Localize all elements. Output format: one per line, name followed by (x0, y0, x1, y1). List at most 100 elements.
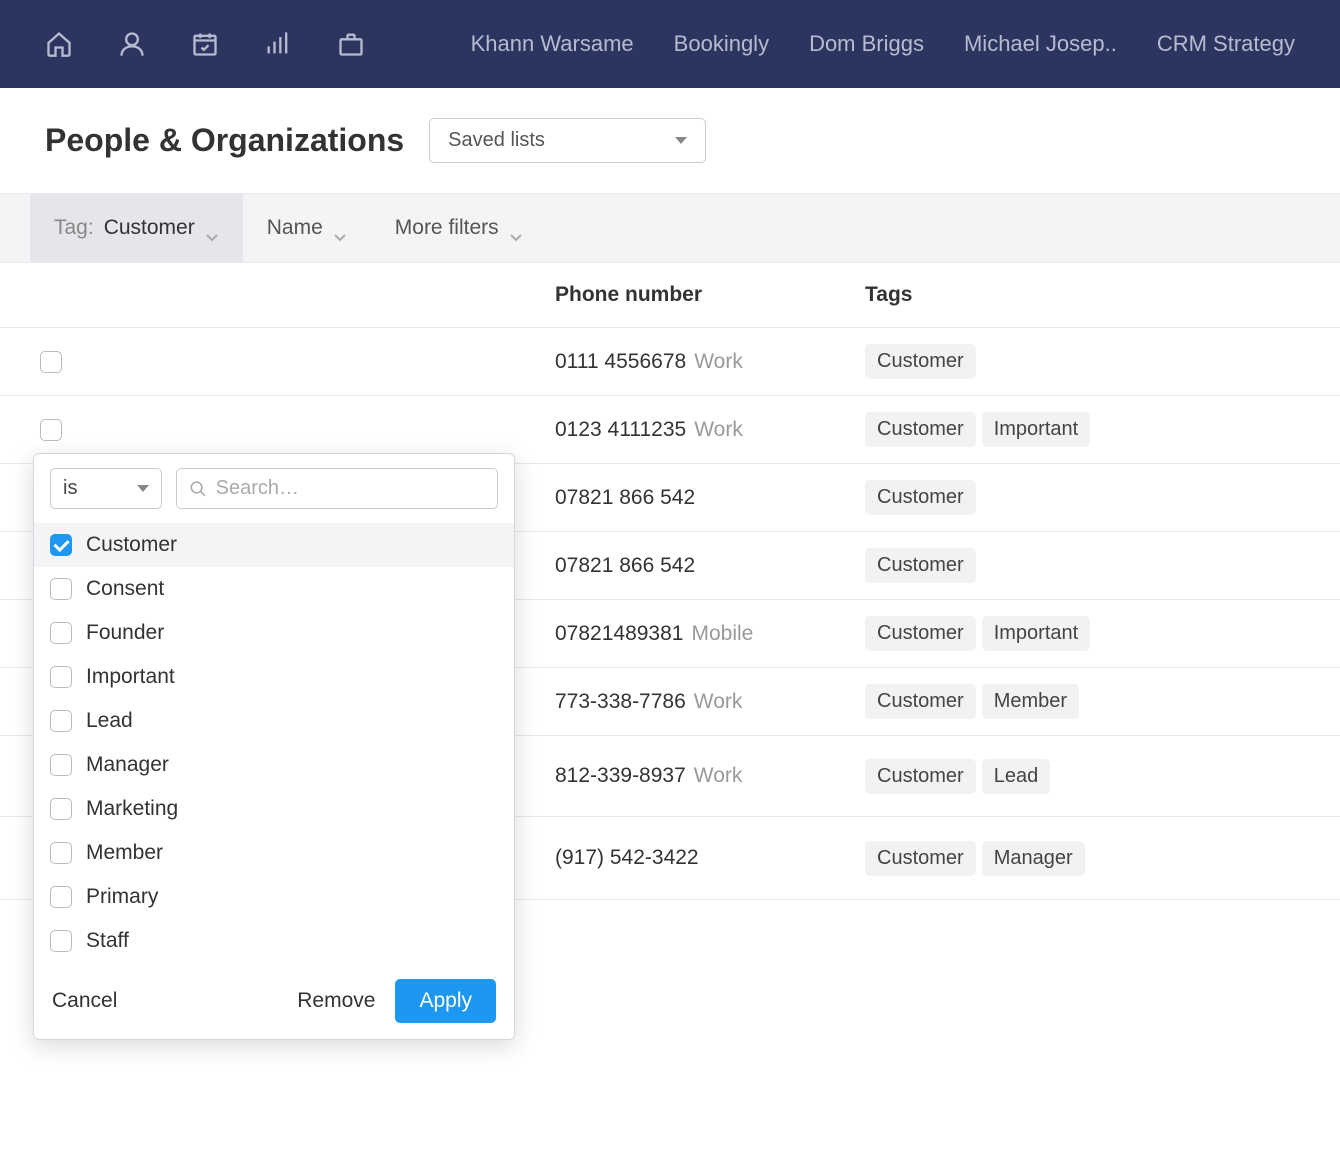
tag-search-input[interactable] (216, 477, 485, 500)
checkbox[interactable] (50, 622, 72, 644)
filter-name[interactable]: Name (243, 194, 371, 262)
tag-option-label: Customer (86, 533, 177, 557)
tag-option-label: Important (86, 665, 175, 689)
tag-badge: Manager (982, 841, 1085, 876)
top-nav: Khann Warsame Bookingly Dom Briggs Micha… (0, 0, 1340, 88)
row-checkbox[interactable] (40, 351, 62, 373)
header-phone: Phone number (555, 283, 865, 307)
tag-option-label: Marketing (86, 797, 178, 821)
tag-badge: Customer (865, 616, 976, 651)
nav-link[interactable]: CRM Strategy (1157, 31, 1295, 57)
tag-option-label: Consent (86, 577, 164, 601)
tag-search[interactable] (176, 468, 498, 509)
phone-number: 0111 4556678 (555, 350, 686, 373)
tag-option-label: Staff (86, 929, 129, 953)
nav-links: Khann Warsame Bookingly Dom Briggs Micha… (471, 31, 1295, 57)
briefcase-icon[interactable] (337, 30, 365, 58)
chevron-down-icon (205, 224, 219, 233)
tag-option[interactable]: Customer (34, 523, 514, 567)
tag-badge: Customer (865, 548, 976, 583)
nav-link[interactable]: Bookingly (674, 31, 769, 57)
operator-select[interactable]: is (50, 468, 162, 509)
tag-badge: Customer (865, 684, 976, 719)
tag-option-list: Customer Consent Founder Important Lead Manag… (34, 523, 514, 963)
tag-filter-dropdown: is Customer Consent Founder Important Lead Ma… (33, 453, 515, 1040)
saved-lists-label: Saved lists (448, 129, 545, 152)
tag-option[interactable]: Manager (34, 743, 514, 787)
filter-more[interactable]: More filters (371, 194, 547, 262)
phone-number: 07821 866 542 (555, 554, 695, 577)
checkbox[interactable] (50, 578, 72, 600)
tag-badge: Customer (865, 344, 976, 379)
checkbox[interactable] (50, 666, 72, 688)
tag-option-label: Primary (86, 885, 158, 909)
tag-option-label: Lead (86, 709, 133, 733)
apply-button[interactable]: Apply (395, 979, 496, 1023)
caret-down-icon (675, 137, 687, 144)
tag-option[interactable]: Member (34, 831, 514, 875)
table-row: 0111 4556678 Work Customer (0, 328, 1340, 396)
nav-link[interactable]: Michael Josep.. (964, 31, 1117, 57)
home-icon[interactable] (45, 30, 73, 58)
filter-more-label: More filters (395, 216, 499, 240)
saved-lists-dropdown[interactable]: Saved lists (429, 118, 706, 163)
checkbox[interactable] (50, 534, 72, 556)
checkbox[interactable] (50, 754, 72, 776)
phone-type: Work (694, 350, 743, 373)
nav-link[interactable]: Khann Warsame (471, 31, 634, 57)
tag-badge: Customer (865, 841, 976, 876)
tag-option[interactable]: Founder (34, 611, 514, 655)
filter-name-label: Name (267, 216, 323, 240)
page-header: People & Organizations Saved lists (0, 88, 1340, 193)
tag-option-label: Member (86, 841, 163, 865)
filter-tag-value: Customer (104, 216, 195, 240)
person-icon[interactable] (118, 30, 146, 58)
header-tags: Tags (865, 283, 1340, 307)
phone-number: 0123 4111235 (555, 418, 686, 441)
tag-badge: Important (982, 616, 1090, 651)
phone-number: 07821489381 (555, 622, 683, 645)
tag-option-label: Manager (86, 753, 169, 777)
table-header-row: Phone number Tags (0, 263, 1340, 328)
bars-icon[interactable] (264, 30, 292, 58)
checkbox[interactable] (50, 886, 72, 908)
phone-type: Work (694, 764, 743, 787)
tag-badge: Important (982, 412, 1090, 447)
tag-option[interactable]: Staff (34, 919, 514, 963)
tag-option[interactable]: Lead (34, 699, 514, 743)
search-icon (189, 479, 207, 499)
tag-option[interactable]: Important (34, 655, 514, 699)
page-title: People & Organizations (45, 122, 404, 159)
calendar-check-icon[interactable] (191, 30, 219, 58)
filter-tag-label: Tag: (54, 216, 94, 240)
filter-bar: Tag: Customer Name More filters (0, 193, 1340, 263)
phone-type: Work (694, 690, 743, 713)
phone-number: 773-338-7786 (555, 690, 686, 713)
row-checkbox[interactable] (40, 419, 62, 441)
tag-option[interactable]: Consent (34, 567, 514, 611)
nav-link[interactable]: Dom Briggs (809, 31, 924, 57)
filter-tag[interactable]: Tag: Customer (30, 194, 243, 262)
tag-option-label: Founder (86, 621, 164, 645)
tag-option[interactable]: Marketing (34, 787, 514, 831)
phone-type: Work (694, 418, 743, 441)
phone-number: (917) 542-3422 (555, 846, 699, 869)
tag-badge: Customer (865, 480, 976, 515)
tag-option[interactable]: Primary (34, 875, 514, 919)
phone-number: 812-339-8937 (555, 764, 686, 787)
checkbox[interactable] (50, 710, 72, 732)
phone-type: Mobile (691, 622, 753, 645)
chevron-down-icon (333, 224, 347, 233)
nav-icon-group (45, 30, 365, 58)
cancel-button[interactable]: Cancel (52, 989, 117, 1013)
checkbox[interactable] (50, 930, 72, 952)
caret-down-icon (137, 485, 149, 492)
chevron-down-icon (509, 224, 523, 233)
phone-number: 07821 866 542 (555, 486, 695, 509)
operator-value: is (63, 477, 77, 500)
remove-button[interactable]: Remove (297, 989, 375, 1013)
tag-badge: Customer (865, 412, 976, 447)
checkbox[interactable] (50, 842, 72, 864)
tag-badge: Customer (865, 759, 976, 794)
checkbox[interactable] (50, 798, 72, 820)
